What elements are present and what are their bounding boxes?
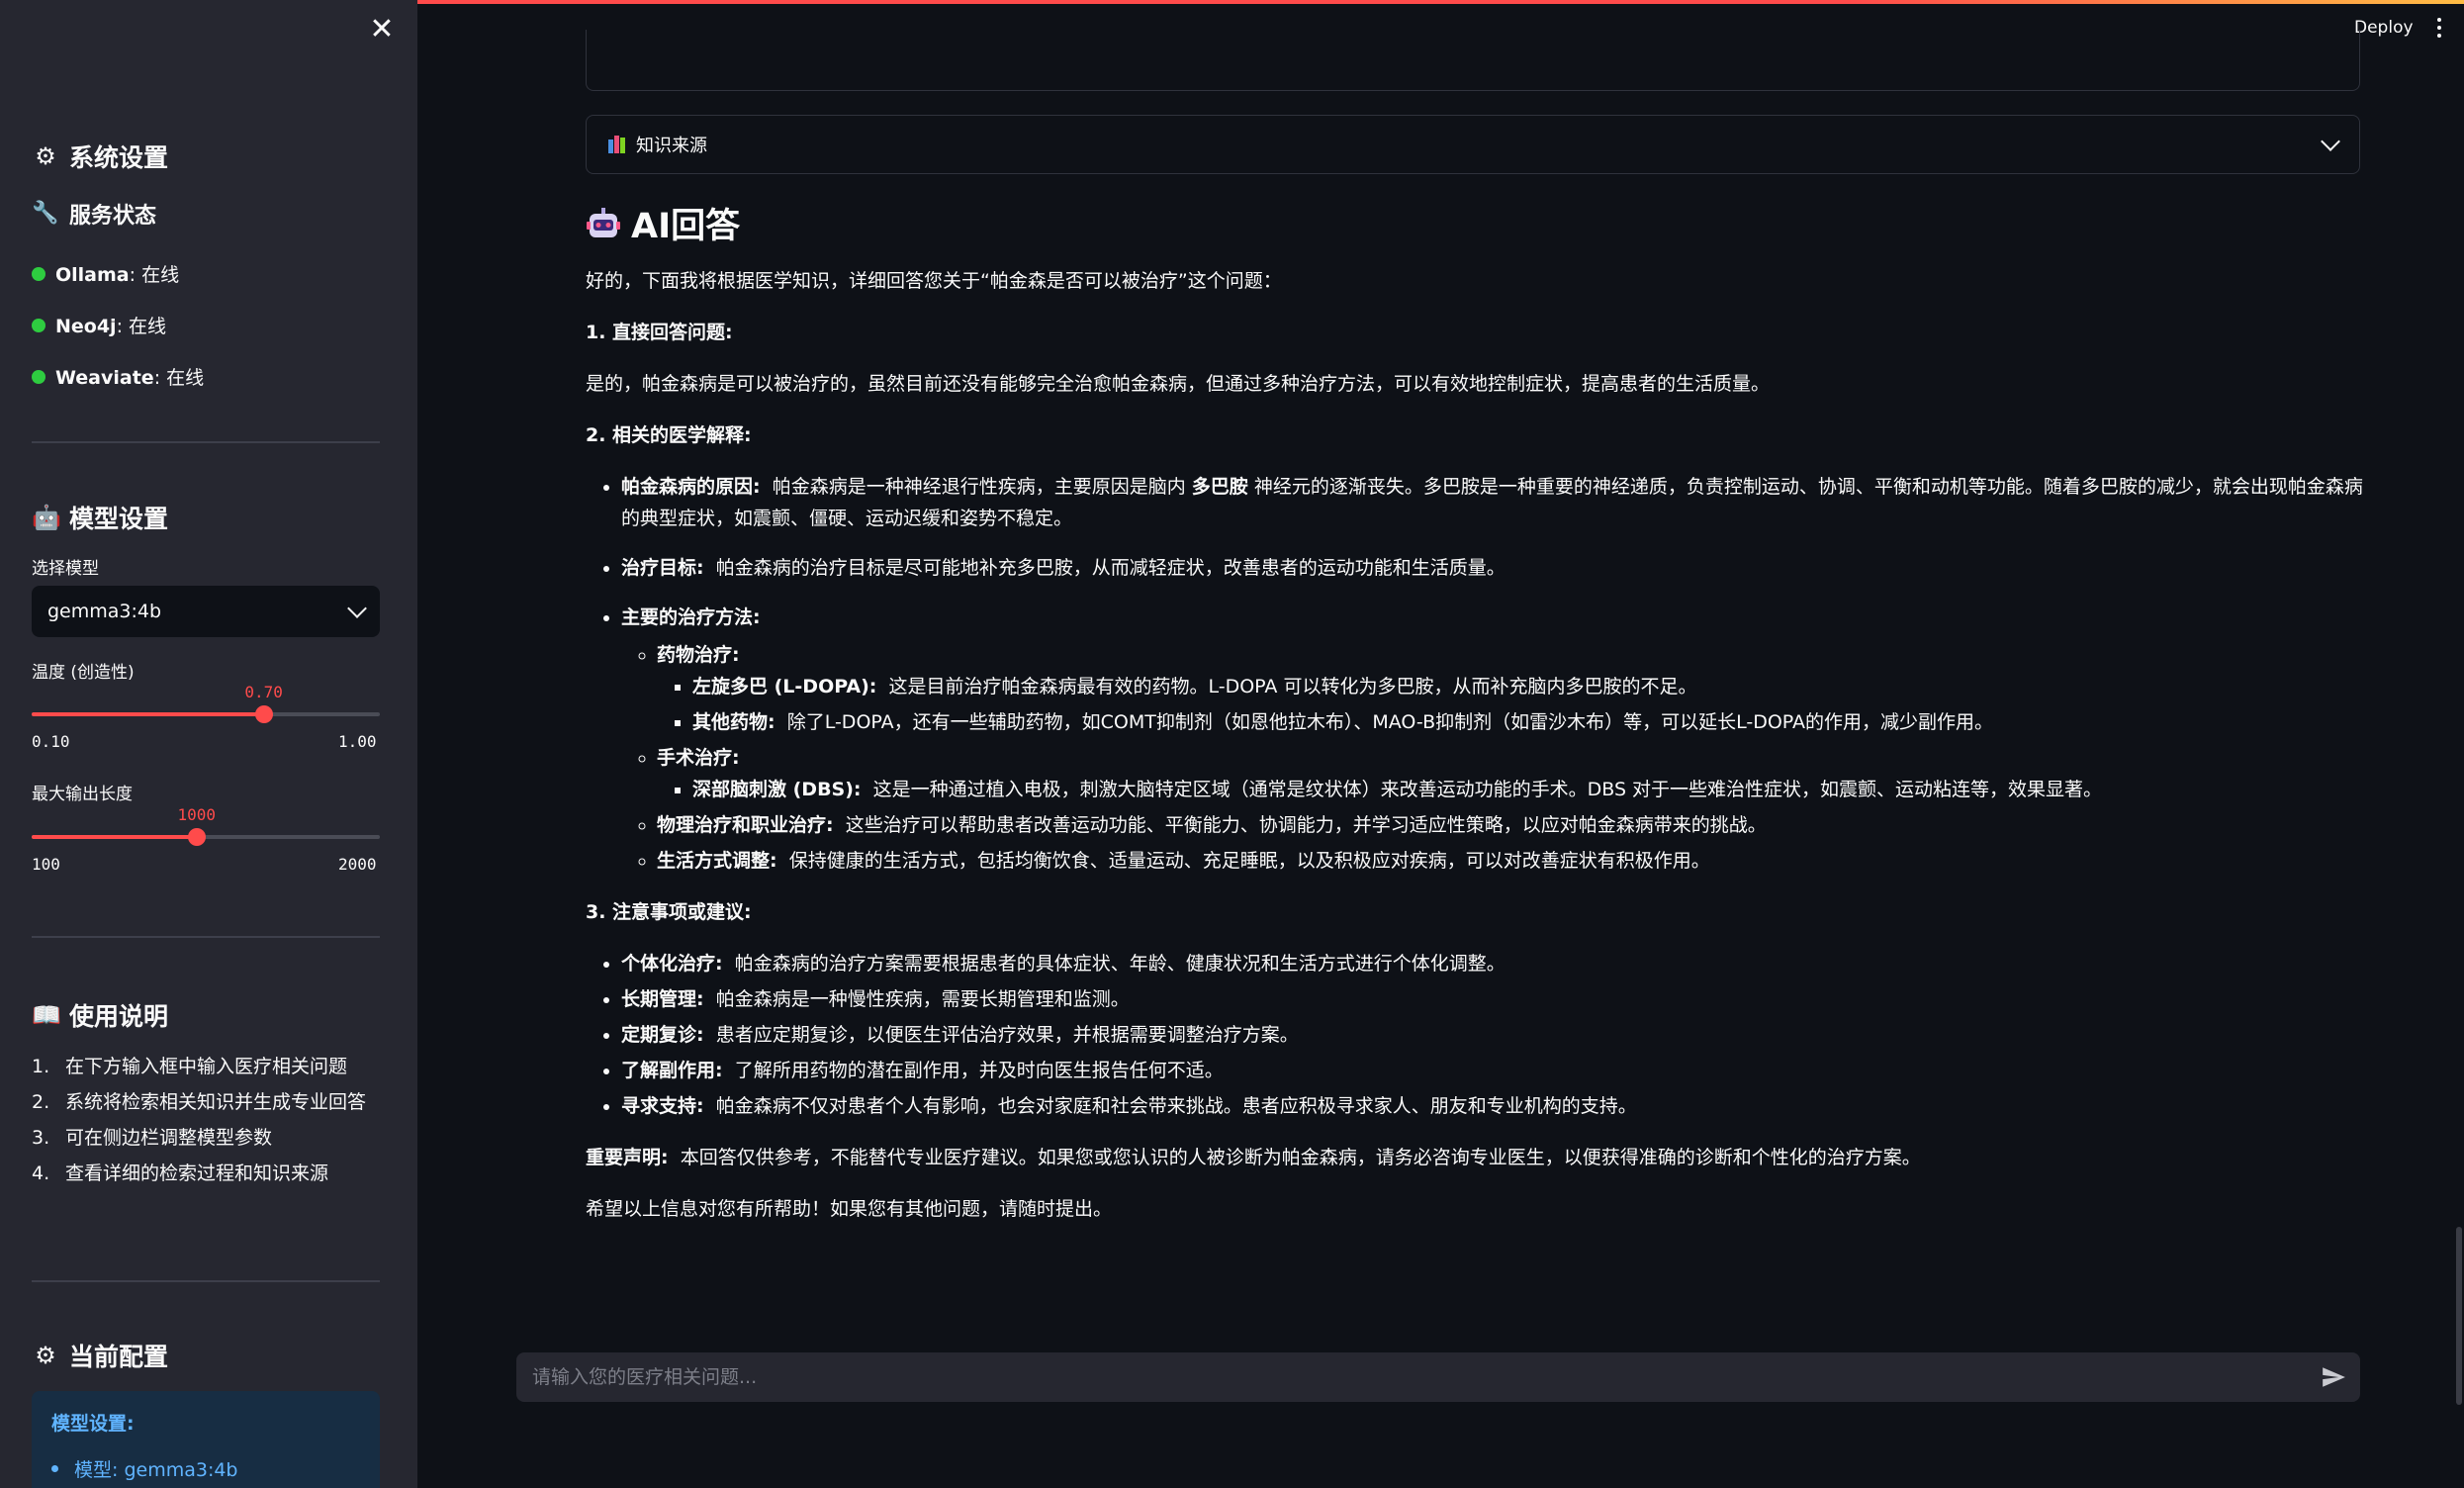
- explanation-list: 帕金森病的原因: 帕金森病是一种神经退行性疾病，主要原因是脑内 多巴胺 神经元的…: [586, 471, 2366, 877]
- chevron-down-icon: [347, 599, 367, 618]
- status-neo4j: Neo4j: 在线: [32, 312, 166, 338]
- list-item: 生活方式调整: 保持健康的生活方式，包括均衡饮食、适量运动、充足睡眠，以及积极应…: [657, 845, 2366, 877]
- list-item: 个体化治疗: 帕金森病的治疗方案需要根据患者的具体症状、年龄、健康状况和生活方式…: [621, 948, 2366, 979]
- surgery-list: 深部脑刺激 (DBS): 这是一种通过植入电极，刺激大脑特定区域（通常是纹状体）…: [657, 774, 2366, 805]
- list-item: 药物治疗: 左旋多巴 (L-DOPA): 这是目前治疗帕金森病最有效的药物。L-…: [657, 639, 2366, 738]
- chevron-down-icon: [2321, 132, 2340, 151]
- deploy-button[interactable]: Deploy: [2354, 18, 2414, 38]
- online-dot-icon: [32, 266, 46, 281]
- close-sidebar-icon[interactable]: ✕: [368, 15, 396, 45]
- list-item: 2. 系统将检索相关知识并生成专业回答: [32, 1091, 367, 1113]
- divider: [32, 1280, 380, 1282]
- robot-icon: [587, 207, 620, 237]
- slider-thumb[interactable]: [254, 705, 273, 723]
- bullet-icon: [51, 1465, 58, 1472]
- config-item: 模型: gemma3:4b: [51, 1455, 360, 1482]
- max-length-label: 最大输出长度: [32, 785, 133, 804]
- list-item: 左旋多巴 (L-DOPA): 这是目前治疗帕金森病最有效的药物。L-DOPA 可…: [692, 671, 2366, 702]
- model-select[interactable]: gemma3:4b: [32, 586, 380, 637]
- slider-thumb[interactable]: [187, 828, 206, 846]
- section-heading: 2. 相关的医学解释:: [586, 424, 752, 446]
- robot-icon: 🤖: [32, 504, 61, 531]
- system-settings-heading: ⚙ 系统设置: [32, 139, 168, 174]
- drug-list: 左旋多巴 (L-DOPA): 这是目前治疗帕金森病最有效的药物。L-DOPA 可…: [657, 671, 2366, 738]
- list-item: 1. 在下方输入框中输入医疗相关问题: [32, 1056, 348, 1077]
- list-item: 4. 查看详细的检索过程和知识来源: [32, 1162, 329, 1184]
- section-heading: 3. 注意事项或建议:: [586, 901, 752, 923]
- notes-list: 个体化治疗: 帕金森病的治疗方案需要根据患者的具体症状、年龄、健康状况和生活方式…: [586, 948, 2366, 1122]
- gear-icon: ⚙: [35, 1342, 56, 1369]
- temperature-min: 0.10: [32, 732, 70, 751]
- answer-heading: AI回答: [586, 198, 740, 248]
- book-icon: 📖: [32, 1001, 61, 1029]
- slider-fill: [32, 712, 264, 716]
- list-item: 了解副作用: 了解所用药物的潜在副作用，并及时向医生报告任何不适。: [621, 1055, 2366, 1086]
- wrench-icon: 🔧: [32, 201, 59, 226]
- gear-icon: ⚙: [35, 142, 56, 170]
- list-item: 手术治疗: 深部脑刺激 (DBS): 这是一种通过植入电极，刺激大脑特定区域（通…: [657, 742, 2366, 805]
- online-dot-icon: [32, 369, 46, 384]
- config-info-box: 模型设置: 模型: gemma3:4b: [32, 1391, 380, 1488]
- temperature-label: 温度 (创造性): [32, 663, 135, 683]
- list-item: 主要的治疗方法: 药物治疗: 左旋多巴 (L-DOPA): 这是目前治疗帕金森病…: [621, 602, 2366, 877]
- closing-text: 希望以上信息对您有所帮助！如果您有其他问题，请随时提出。: [586, 1198, 1113, 1220]
- disclaimer: 重要声明: 本回答仅供参考，不能替代专业医疗建议。如果您或您认识的人被诊断为帕金…: [586, 1147, 1921, 1168]
- chat-input[interactable]: [530, 1365, 2275, 1389]
- temperature-slider[interactable]: [32, 705, 380, 723]
- list-item: 定期复诊: 患者应定期复诊，以便医生评估治疗效果，并根据需要调整治疗方案。: [621, 1019, 2366, 1051]
- direct-answer: 是的，帕金森病是可以被治疗的，虽然目前还没有能够完全治愈帕金森病，但通过多种治疗…: [586, 373, 1771, 395]
- list-item: 长期管理: 帕金森病是一种慢性疾病，需要长期管理和监测。: [621, 983, 2366, 1015]
- status-weaviate: Weaviate: 在线: [32, 363, 204, 390]
- status-ollama: Ollama: 在线: [32, 260, 179, 287]
- list-item: 3. 可在侧边栏调整模型参数: [32, 1127, 273, 1149]
- divider: [32, 441, 380, 443]
- max-length-max: 2000: [338, 855, 377, 874]
- section-heading: 1. 直接回答问题:: [586, 322, 733, 343]
- answer-content: 好的，下面我将根据医学知识，详细回答您关于“帕金森是否可以被治疗”这个问题： 1…: [586, 265, 2366, 1245]
- max-length-min: 100: [32, 855, 60, 874]
- select-model-label: 选择模型: [32, 559, 99, 579]
- usage-list: 1. 在下方输入框中输入医疗相关问题 2. 系统将检索相关知识并生成专业回答 3. 可…: [32, 1049, 380, 1191]
- temperature-max: 1.00: [338, 732, 377, 751]
- methods-list: 药物治疗: 左旋多巴 (L-DOPA): 这是目前治疗帕金森病最有效的药物。L-…: [621, 639, 2366, 877]
- current-config-heading: ⚙ 当前配置: [32, 1338, 168, 1373]
- sidebar: ✕ ⚙ 系统设置 🔧 服务状态 Ollama: 在线 Neo4j: 在线 Wea…: [0, 0, 417, 1488]
- knowledge-source-expander[interactable]: 知识来源: [586, 115, 2360, 174]
- list-item: 治疗目标: 帕金森病的治疗目标是尽可能地补充多巴胺，从而减轻症状，改善患者的运动…: [621, 552, 2366, 584]
- online-dot-icon: [32, 318, 46, 332]
- list-item: 帕金森病的原因: 帕金森病是一种神经退行性疾病，主要原因是脑内 多巴胺 神经元的…: [621, 471, 2366, 534]
- books-icon: [608, 136, 628, 153]
- service-status-heading: 🔧 服务状态: [32, 201, 157, 229]
- model-settings-heading: 🤖 模型设置: [32, 504, 169, 533]
- list-item: 深部脑刺激 (DBS): 这是一种通过植入电极，刺激大脑特定区域（通常是纹状体）…: [692, 774, 2366, 805]
- scrollbar[interactable]: [2456, 1227, 2462, 1405]
- chat-input-bar: [516, 1352, 2360, 1402]
- usage-heading: 📖 使用说明: [32, 1001, 169, 1031]
- send-icon[interactable]: [2321, 1364, 2346, 1390]
- list-item: 其他药物: 除了L-DOPA，还有一些辅助药物，如COMT抑制剂（如恩他拉木布）…: [692, 706, 2366, 738]
- max-length-value: 1000: [177, 805, 216, 824]
- slider-fill: [32, 835, 197, 839]
- main-menu-icon[interactable]: [2433, 18, 2445, 38]
- config-title: 模型设置:: [51, 1413, 135, 1435]
- temperature-value: 0.70: [244, 683, 283, 701]
- previous-container: [586, 30, 2360, 91]
- max-length-slider[interactable]: [32, 828, 380, 846]
- list-item: 物理治疗和职业治疗: 这些治疗可以帮助患者改善运动功能、平衡能力、协调能力，并学…: [657, 809, 2366, 841]
- divider: [32, 936, 380, 938]
- list-item: 寻求支持: 帕金森病不仅对患者个人有影响，也会对家庭和社会带来挑战。患者应积极寻…: [621, 1090, 2366, 1122]
- answer-intro: 好的，下面我将根据医学知识，详细回答您关于“帕金森是否可以被治疗”这个问题：: [586, 270, 1282, 292]
